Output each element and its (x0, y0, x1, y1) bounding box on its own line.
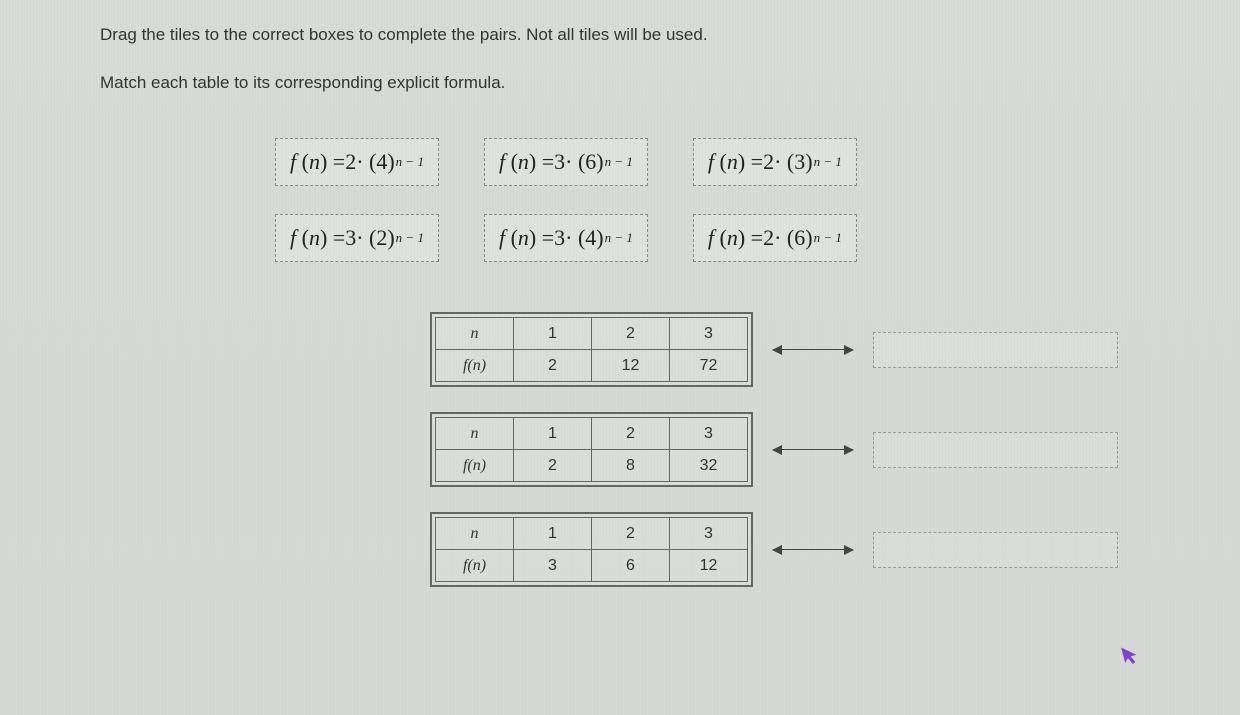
formula-tile[interactable]: f (n) = 2 · (6)n − 1 (693, 214, 857, 262)
table-cell: 3 (670, 518, 748, 550)
table-header-n: n (436, 518, 514, 550)
table-header-fn: f(n) (436, 350, 514, 382)
formula-tile[interactable]: f (n) = 2 · (4)n − 1 (275, 138, 439, 186)
table-cell: 3 (670, 318, 748, 350)
table-cell: 2 (592, 518, 670, 550)
subinstructions-text: Match each table to its corresponding ex… (100, 73, 1160, 93)
match-row: n 1 2 3 f(n) 2 12 72 (430, 312, 1160, 387)
matching-area: n 1 2 3 f(n) 2 12 72 (430, 312, 1160, 587)
table-cell: 2 (592, 418, 670, 450)
cursor-icon (1121, 643, 1143, 671)
table-cell: 2 (592, 318, 670, 350)
tiles-container: f (n) = 2 · (4)n − 1 f (n) = 3 · (6)n − … (275, 138, 1160, 262)
table-cell: 6 (592, 550, 670, 582)
table-cell: 12 (592, 350, 670, 382)
data-table[interactable]: n 1 2 3 f(n) 2 8 32 (430, 412, 753, 487)
formula-drop-zone[interactable] (873, 432, 1118, 468)
table-cell: 1 (514, 418, 592, 450)
table-header-fn: f(n) (436, 450, 514, 482)
table-cell: 12 (670, 550, 748, 582)
table-header-n: n (436, 318, 514, 350)
table-cell: 32 (670, 450, 748, 482)
formula-tile[interactable]: f (n) = 3 · (4)n − 1 (484, 214, 648, 262)
double-arrow-icon (773, 540, 853, 560)
formula-drop-zone[interactable] (873, 332, 1118, 368)
instructions-text: Drag the tiles to the correct boxes to c… (100, 25, 1160, 45)
match-row: n 1 2 3 f(n) 2 8 32 (430, 412, 1160, 487)
table-cell: 3 (670, 418, 748, 450)
tiles-row-2: f (n) = 3 · (2)n − 1 f (n) = 3 · (4)n − … (275, 214, 1160, 262)
table-cell: 1 (514, 318, 592, 350)
table-cell: 2 (514, 350, 592, 382)
table-header-fn: f(n) (436, 550, 514, 582)
table-cell: 1 (514, 518, 592, 550)
table-cell: 72 (670, 350, 748, 382)
formula-drop-zone[interactable] (873, 532, 1118, 568)
tiles-row-1: f (n) = 2 · (4)n − 1 f (n) = 3 · (6)n − … (275, 138, 1160, 186)
data-table[interactable]: n 1 2 3 f(n) 3 6 12 (430, 512, 753, 587)
formula-tile[interactable]: f (n) = 3 · (6)n − 1 (484, 138, 648, 186)
formula-tile[interactable]: f (n) = 3 · (2)n − 1 (275, 214, 439, 262)
table-cell: 2 (514, 450, 592, 482)
table-header-n: n (436, 418, 514, 450)
table-cell: 3 (514, 550, 592, 582)
match-row: n 1 2 3 f(n) 3 6 12 (430, 512, 1160, 587)
formula-tile[interactable]: f (n) = 2 · (3)n − 1 (693, 138, 857, 186)
double-arrow-icon (773, 340, 853, 360)
double-arrow-icon (773, 440, 853, 460)
data-table[interactable]: n 1 2 3 f(n) 2 12 72 (430, 312, 753, 387)
table-cell: 8 (592, 450, 670, 482)
